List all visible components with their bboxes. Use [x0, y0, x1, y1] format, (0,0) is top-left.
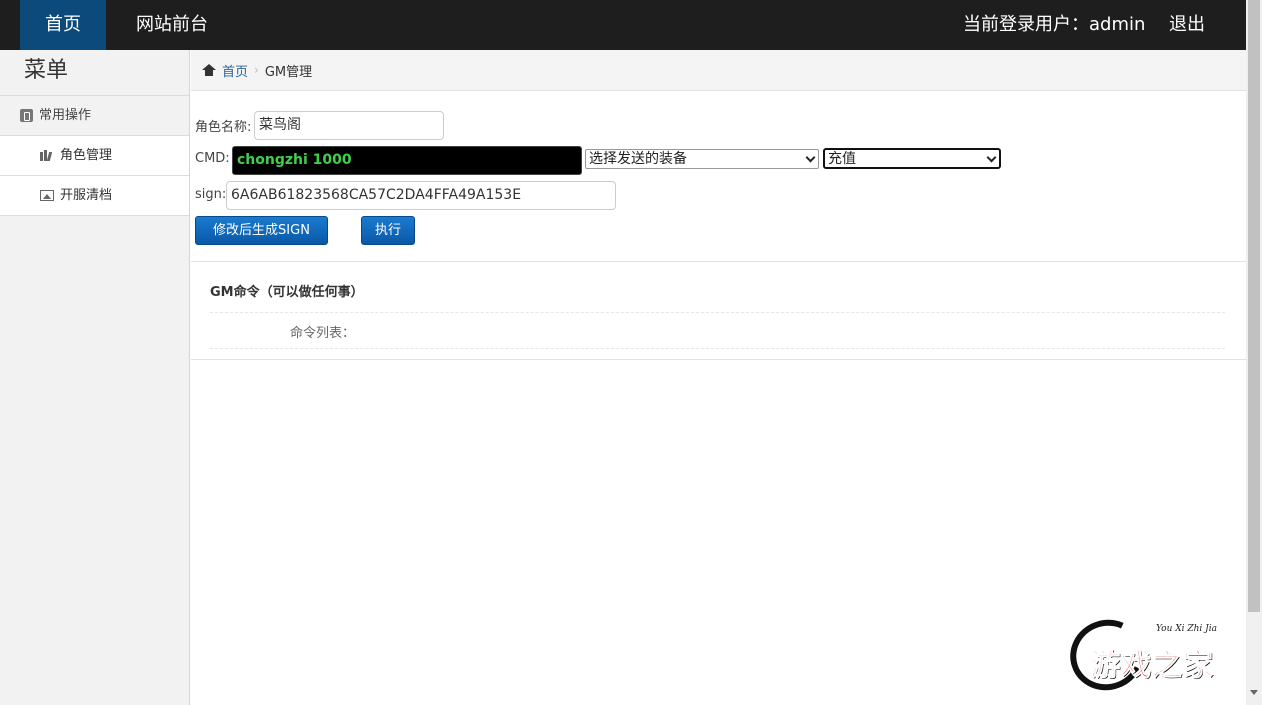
- watermark-pinyin: You Xi Zhi Jia: [1156, 624, 1218, 634]
- sidebar-item-label: 开服清档: [60, 188, 113, 203]
- sign-label: sign:: [195, 187, 227, 202]
- section-divider: [191, 359, 1246, 360]
- sidebar-group-common[interactable]: 常用操作: [0, 96, 189, 136]
- sidebar-item-server-reset[interactable]: 开服清档: [0, 176, 189, 216]
- execute-button[interactable]: 执行: [361, 216, 415, 245]
- image-icon: [40, 190, 54, 201]
- books-icon: [40, 150, 54, 161]
- breadcrumb-home-link[interactable]: 首页: [222, 61, 248, 80]
- generate-sign-button[interactable]: 修改后生成SIGN: [195, 216, 328, 245]
- watermark-text: 游戏之家: [1090, 648, 1214, 684]
- command-type-select-value: 充值: [828, 151, 856, 167]
- list-divider: [210, 348, 1225, 349]
- breadcrumb-current: GM管理: [264, 64, 313, 80]
- top-navbar: 首页 网站前台 当前登录用户：admin 退出: [0, 0, 1246, 50]
- chevron-down-icon: [986, 152, 997, 163]
- role-name-input[interactable]: 菜鸟阁: [254, 111, 444, 140]
- cmd-label: CMD:: [195, 151, 230, 166]
- role-name-label: 角色名称:: [195, 120, 252, 135]
- sidebar-group-label: 常用操作: [39, 107, 92, 123]
- section-divider: [191, 261, 1246, 262]
- command-type-select[interactable]: 充值: [823, 148, 1001, 169]
- nav-home-link[interactable]: 首页: [20, 0, 106, 50]
- bold-icon: [20, 109, 33, 122]
- nav-frontend-link[interactable]: 网站前台: [136, 0, 208, 50]
- gm-section-title: GM命令（可以做任何事）: [210, 285, 364, 300]
- sidebar-item-label: 角色管理: [60, 148, 113, 163]
- logout-link[interactable]: 退出: [1169, 0, 1205, 50]
- sign-input[interactable]: 6A6AB61823568CA57C2DA4FFA49A153E: [226, 181, 616, 210]
- watermark-logo: You Xi Zhi Jia 游戏之家: [1060, 609, 1254, 701]
- scrollbar-thumb[interactable]: [1248, 0, 1260, 612]
- cmd-input[interactable]: chongzhi 1000: [232, 146, 582, 175]
- sidebar-item-role-management[interactable]: 角色管理: [0, 136, 189, 176]
- chevron-down-icon: [805, 152, 816, 163]
- list-divider: [210, 312, 1225, 313]
- current-user-label: 当前登录用户：admin: [963, 14, 1146, 35]
- command-list-label: 命令列表：: [290, 326, 356, 341]
- equipment-select[interactable]: 选择发送的装备: [585, 149, 819, 169]
- sidebar: 菜单 常用操作 角色管理 开服清档: [0, 50, 190, 705]
- home-icon: [202, 64, 216, 76]
- breadcrumb: 首页 › GM管理: [191, 50, 1246, 91]
- equipment-select-value: 选择发送的装备: [589, 151, 687, 167]
- sidebar-title: 菜单: [0, 50, 189, 96]
- breadcrumb-separator-icon: ›: [254, 63, 259, 77]
